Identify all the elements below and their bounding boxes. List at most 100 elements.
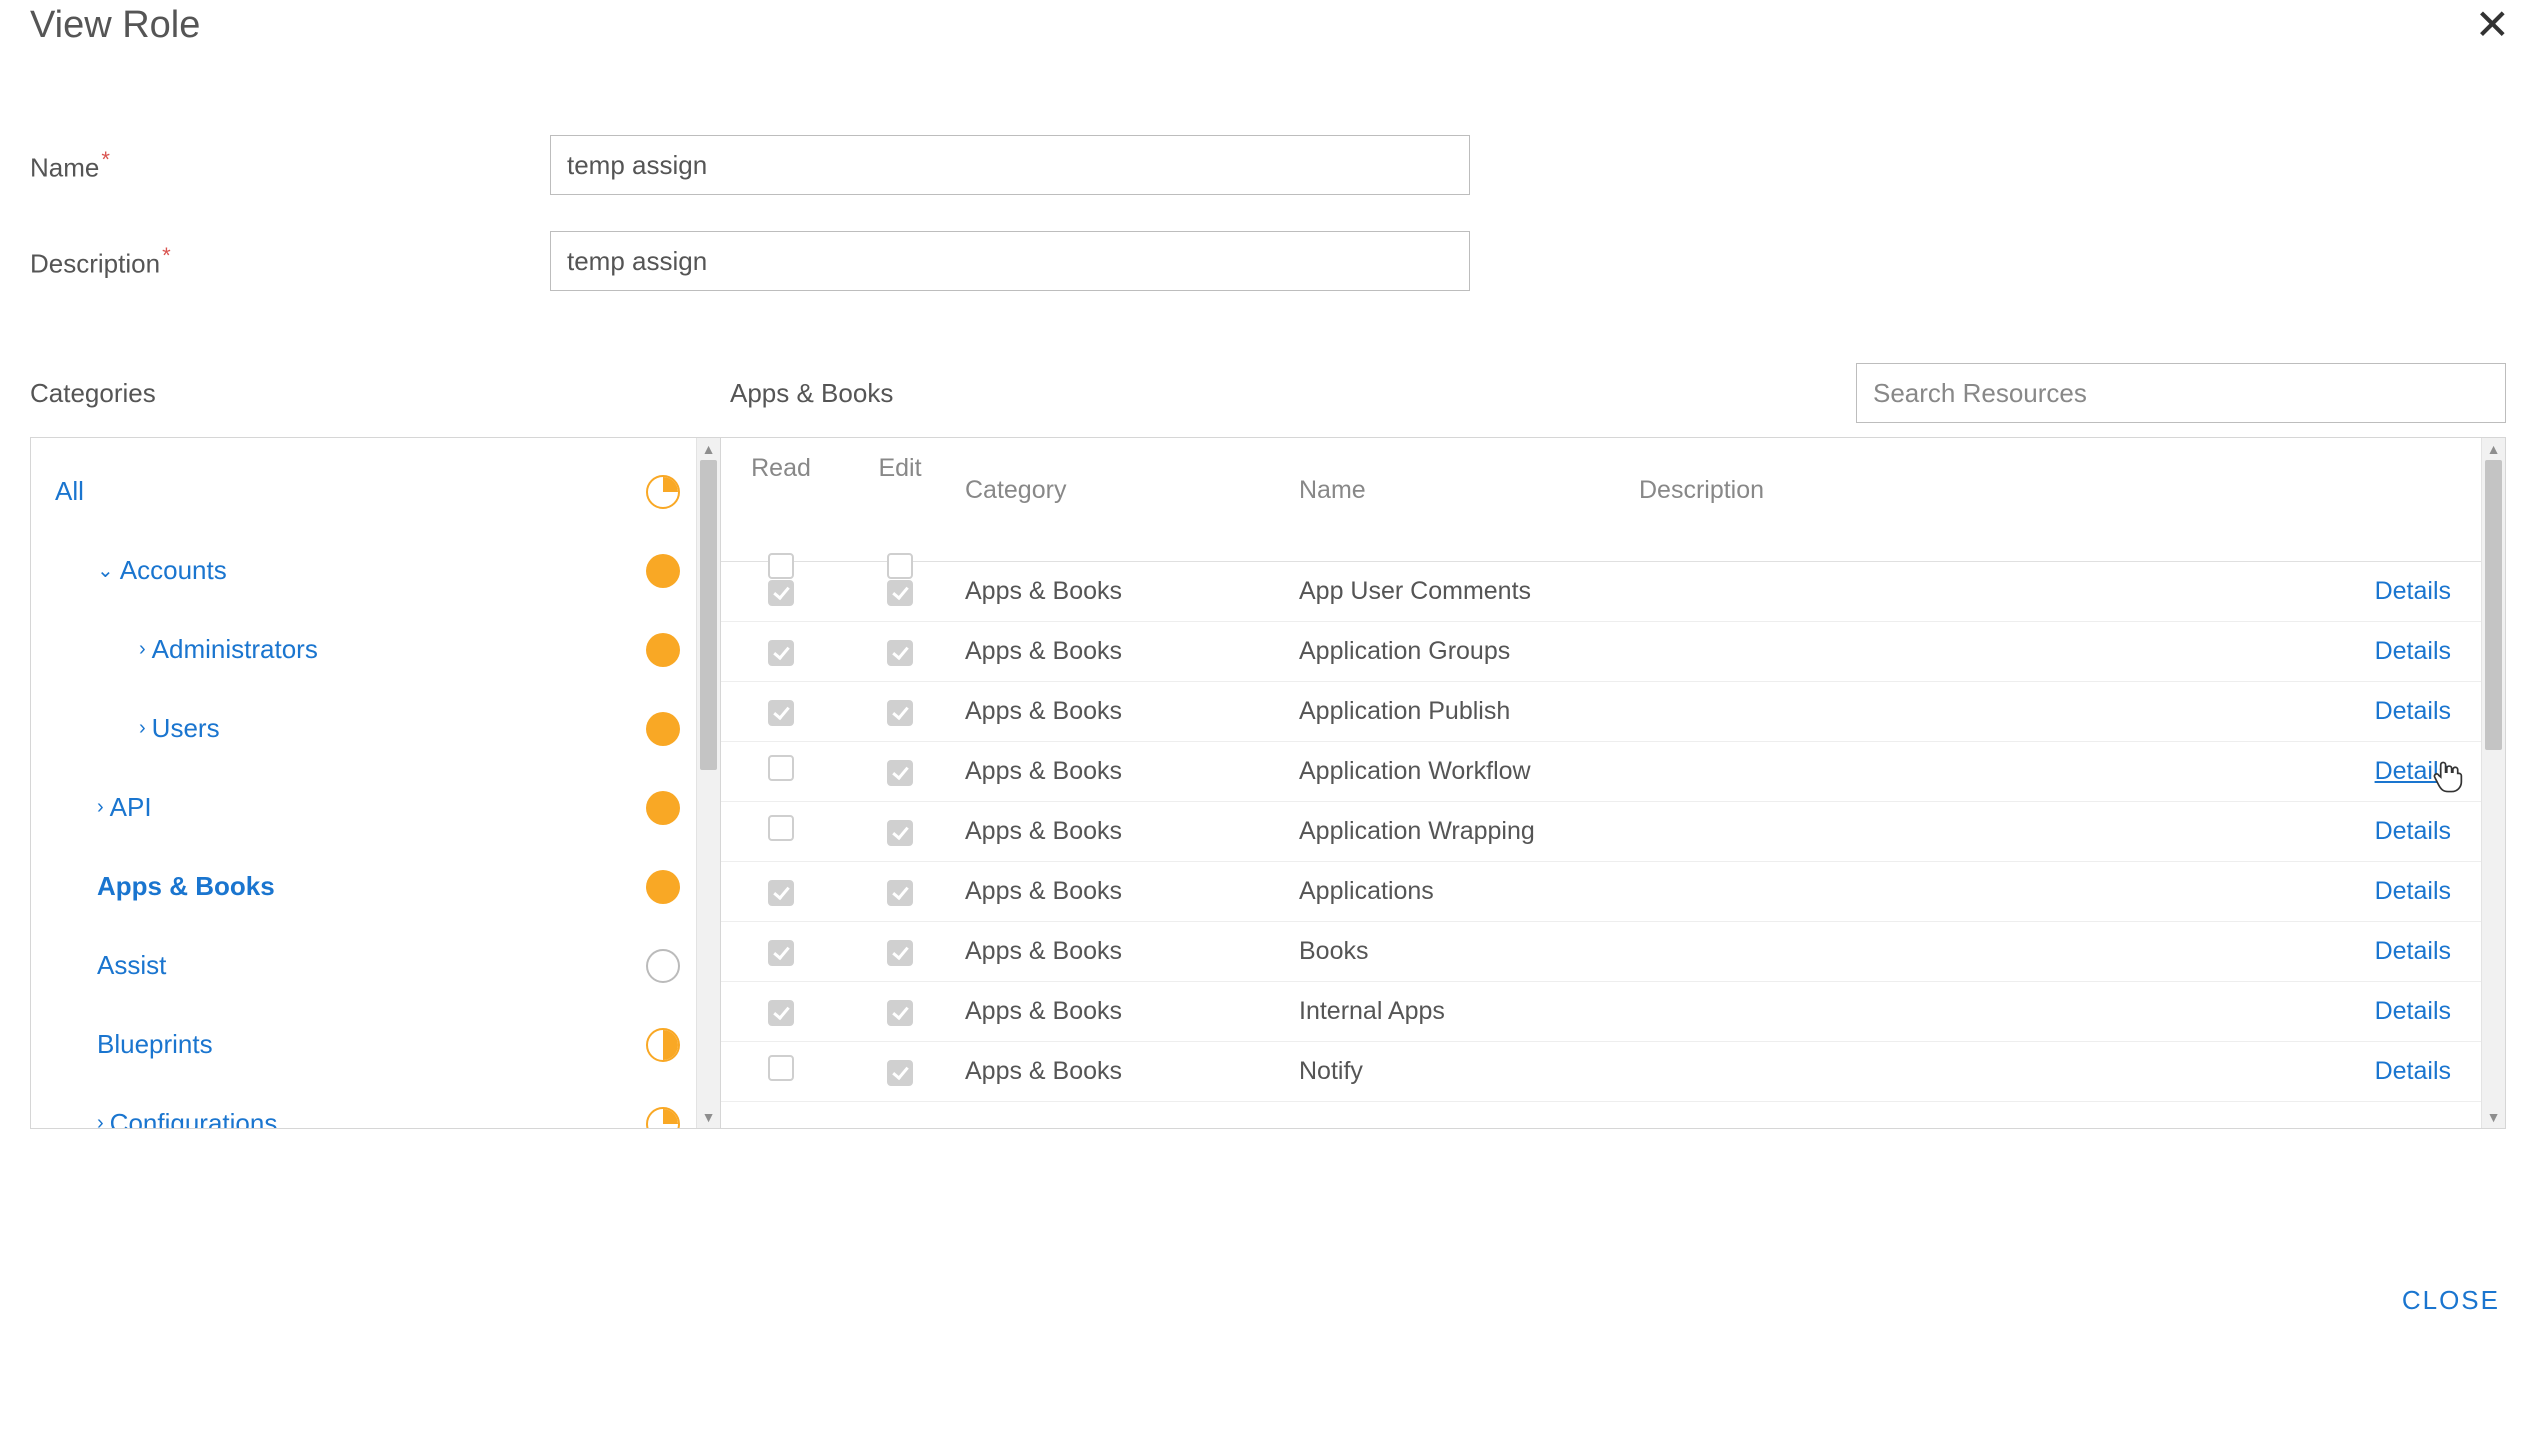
close-icon[interactable]: ✕ — [2469, 4, 2516, 46]
details-link[interactable]: Details — [2375, 997, 2451, 1025]
details-link[interactable]: Details — [2375, 757, 2451, 785]
details-link[interactable]: Details — [2375, 817, 2451, 845]
category-item-label: ›Users — [139, 713, 220, 744]
read-checkbox[interactable] — [768, 1055, 794, 1081]
category-item-label: Assist — [97, 950, 166, 981]
cell-category: Apps & Books — [959, 697, 1299, 726]
description-label-text: Description — [30, 248, 160, 278]
table-row: Apps & BooksApp User Comments Details — [721, 562, 2481, 622]
details-link[interactable]: Details — [2375, 877, 2451, 905]
category-label-text: Apps & Books — [97, 871, 275, 902]
category-label-text: Administrators — [152, 634, 318, 665]
name-label-text: Name — [30, 152, 99, 182]
status-circle-icon — [646, 633, 680, 667]
cell-category: Apps & Books — [959, 817, 1299, 846]
status-circle-icon — [646, 712, 680, 746]
table-row: Apps & BooksApplication WorkflowDetails — [721, 742, 2481, 802]
cell-category: Apps & Books — [959, 577, 1299, 606]
read-checkbox[interactable] — [768, 1000, 794, 1026]
details-panel: Read Edit Category Name Description Apps… — [721, 438, 2505, 1128]
chevron-right-icon: › — [97, 1112, 104, 1128]
details-link[interactable]: Details — [2375, 637, 2451, 665]
cell-name: Notify — [1299, 1057, 1639, 1086]
scroll-thumb[interactable] — [700, 460, 717, 770]
edit-checkbox[interactable] — [887, 1060, 913, 1086]
edit-checkbox[interactable] — [887, 820, 913, 846]
table-row: Apps & BooksApplication Publish Details — [721, 682, 2481, 742]
cell-category: Apps & Books — [959, 937, 1299, 966]
status-circle-icon — [646, 949, 680, 983]
scroll-thumb[interactable] — [2485, 460, 2502, 750]
category-item[interactable]: Blueprints — [55, 1005, 680, 1084]
status-circle-icon — [646, 1107, 680, 1129]
category-label-text: Users — [152, 713, 220, 744]
status-circle-icon — [646, 554, 680, 588]
description-label: Description* — [30, 243, 550, 280]
category-label-text: Accounts — [120, 555, 227, 586]
cell-name: App User Comments — [1299, 577, 1639, 606]
description-input[interactable] — [550, 231, 1470, 291]
table-row: Apps & BooksBooksDetails — [721, 922, 2481, 982]
edit-checkbox[interactable] — [887, 940, 913, 966]
category-label-text: Blueprints — [97, 1029, 213, 1060]
category-item[interactable]: ›Administrators — [55, 610, 680, 689]
details-scrollbar[interactable]: ▲ ▼ — [2481, 438, 2505, 1128]
th-edit: Edit — [878, 454, 921, 483]
read-checkbox[interactable] — [768, 755, 794, 781]
category-item[interactable]: ›API — [55, 768, 680, 847]
read-checkbox[interactable] — [768, 580, 794, 606]
details-link[interactable]: Details — [2375, 577, 2451, 605]
categories-scrollbar[interactable]: ▲ ▼ — [696, 438, 720, 1128]
th-category: Category — [959, 454, 1299, 505]
status-circle-icon — [646, 475, 680, 509]
category-item[interactable]: › Configurations — [55, 1084, 680, 1128]
details-link[interactable]: Details — [2375, 697, 2451, 725]
edit-checkbox[interactable] — [887, 880, 913, 906]
details-link[interactable]: Details — [2375, 1057, 2451, 1085]
read-checkbox[interactable] — [768, 940, 794, 966]
read-checkbox[interactable] — [768, 640, 794, 666]
categories-panel: All⌄Accounts›Administrators›Users›APIApp… — [31, 438, 721, 1128]
read-checkbox[interactable] — [768, 880, 794, 906]
scroll-down-icon[interactable]: ▼ — [697, 1106, 720, 1128]
category-label-text: Configurations — [110, 1108, 278, 1128]
cell-category: Apps & Books — [959, 1057, 1299, 1086]
details-link[interactable]: Details — [2375, 937, 2451, 965]
scroll-up-icon[interactable]: ▲ — [2482, 438, 2505, 460]
cell-name: Internal Apps — [1299, 997, 1639, 1026]
cell-name: Application Publish — [1299, 697, 1639, 726]
name-label: Name* — [30, 147, 550, 184]
category-item-label: ›API — [97, 792, 152, 823]
table-row: Apps & BooksNotify Details — [721, 1042, 2481, 1102]
read-checkbox[interactable] — [768, 700, 794, 726]
scroll-up-icon[interactable]: ▲ — [697, 438, 720, 460]
read-checkbox[interactable] — [768, 815, 794, 841]
th-read: Read — [751, 454, 811, 483]
category-item[interactable]: All — [55, 452, 680, 531]
close-button[interactable]: CLOSE — [2402, 1285, 2500, 1315]
scroll-down-icon[interactable]: ▼ — [2482, 1106, 2505, 1128]
category-item-label: All — [55, 476, 84, 507]
category-item-label: Apps & Books — [97, 871, 275, 902]
edit-checkbox[interactable] — [887, 580, 913, 606]
category-item[interactable]: ⌄Accounts — [55, 531, 680, 610]
category-item[interactable]: ›Users — [55, 689, 680, 768]
edit-checkbox[interactable] — [887, 760, 913, 786]
cell-category: Apps & Books — [959, 757, 1299, 786]
category-item[interactable]: Assist — [55, 926, 680, 1005]
category-item[interactable]: Apps & Books — [55, 847, 680, 926]
cell-category: Apps & Books — [959, 877, 1299, 906]
table-row: Apps & BooksApplication GroupsDetails — [721, 622, 2481, 682]
edit-checkbox[interactable] — [887, 640, 913, 666]
table-row: Apps & BooksInternal AppsDetails — [721, 982, 2481, 1042]
categories-header: Categories — [30, 378, 730, 409]
detail-header: Apps & Books — [730, 378, 893, 409]
name-input[interactable] — [550, 135, 1470, 195]
edit-checkbox[interactable] — [887, 700, 913, 726]
search-input[interactable] — [1856, 363, 2506, 423]
th-name: Name — [1299, 454, 1639, 505]
category-label-text: Assist — [97, 950, 166, 981]
edit-checkbox[interactable] — [887, 1000, 913, 1026]
status-circle-icon — [646, 791, 680, 825]
chevron-right-icon: › — [97, 796, 104, 819]
